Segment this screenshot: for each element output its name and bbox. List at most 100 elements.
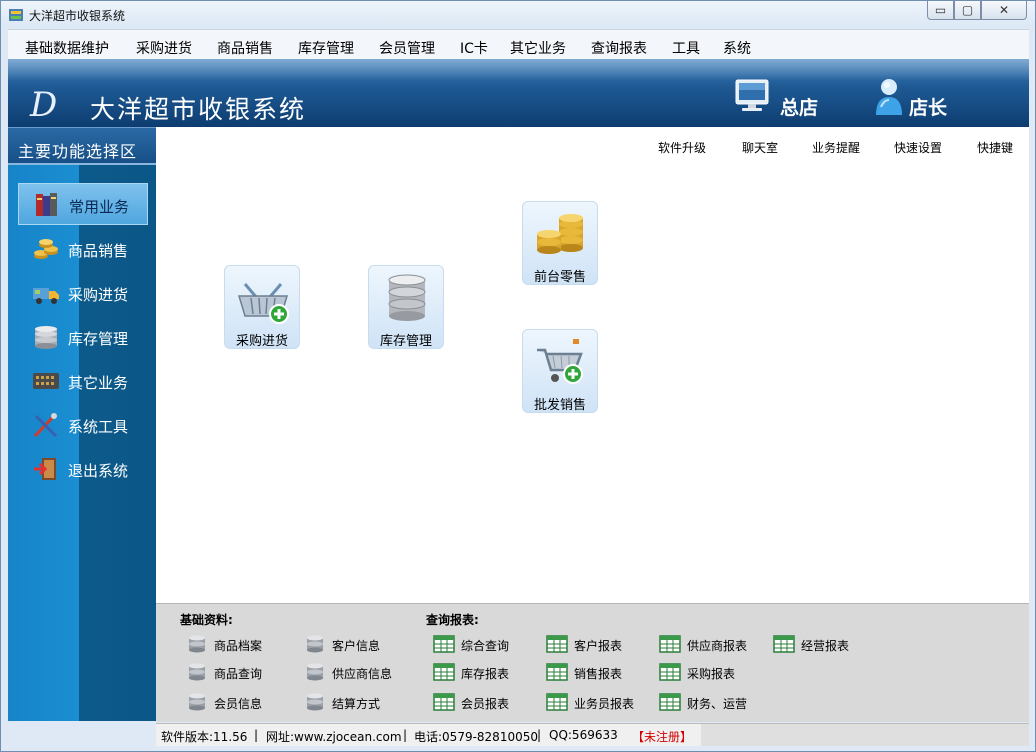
- tile-inventory[interactable]: 库存管理: [368, 265, 444, 349]
- sidebar-item-label: 采购进货: [68, 286, 129, 304]
- sidebar: 主要功能选择区 常用业务 商品销售 采购进货 库存管理 其它业务 系统工具 退出…: [8, 127, 156, 721]
- sidebar-title-text: 主要功能选择区: [18, 142, 138, 161]
- database-icon: [189, 635, 205, 653]
- sidebar-item-sales[interactable]: 商品销售: [18, 228, 148, 270]
- quick-label: 会员信息: [214, 697, 263, 711]
- link-software-upgrade[interactable]: 软件升级: [658, 139, 706, 156]
- app-window: 大洋超市收银系统 ▭ ▢ ✕ 基础数据维护 采购进货 商品销售 库存管理 会员管…: [0, 0, 1036, 752]
- calculator-icon: [33, 373, 59, 389]
- quick-label: 经营报表: [801, 639, 850, 653]
- link-shortcuts[interactable]: 快捷键: [977, 139, 1013, 156]
- quick-label: 商品查询: [214, 667, 263, 681]
- quick-label: 商品档案: [214, 639, 263, 653]
- quick-label: 采购报表: [687, 667, 736, 681]
- database-icon: [307, 663, 323, 681]
- menu-tools[interactable]: 工具: [672, 38, 700, 58]
- sidebar-item-inventory[interactable]: 库存管理: [18, 316, 148, 358]
- header-banner: D 大洋超市收银系统 总店 店长: [8, 59, 1029, 127]
- quick-access-panel: 基础资料: 查询报表: 商品档案 客户信息 商品查询 供应商信息 会员信息 结算…: [156, 603, 1029, 722]
- minimize-button[interactable]: ▭: [927, 1, 954, 20]
- user-icon: [876, 79, 902, 115]
- sidebar-item-label: 库存管理: [68, 330, 129, 348]
- link-quick-settings[interactable]: 快速设置: [894, 139, 942, 156]
- link-chat-room[interactable]: 聊天室: [742, 139, 778, 156]
- tile-retail[interactable]: 前台零售: [522, 201, 598, 285]
- sidebar-item-tools[interactable]: 系统工具: [18, 404, 148, 446]
- close-icon: ✕: [998, 3, 1010, 17]
- sidebar-item-exit[interactable]: 退出系统: [18, 448, 148, 490]
- minimize-icon: ▭: [934, 3, 947, 17]
- report-table-icon: [546, 693, 568, 711]
- menu-sales[interactable]: 商品销售: [217, 38, 273, 58]
- quick-label: 库存报表: [461, 667, 510, 681]
- report-table-icon: [659, 663, 681, 681]
- sidebar-item-other[interactable]: 其它业务: [18, 360, 148, 402]
- report-table-icon: [659, 693, 681, 711]
- sidebar-title: 主要功能选择区: [8, 127, 156, 165]
- maximize-icon: ▢: [961, 3, 974, 17]
- user-role: 店长: [909, 97, 948, 119]
- quick-label: 财务、运营: [687, 697, 748, 711]
- menu-other[interactable]: 其它业务: [510, 38, 566, 58]
- tile-purchase[interactable]: 采购进货: [224, 265, 300, 349]
- status-bar-filler: [701, 724, 1029, 746]
- main-panel: 软件升级 聊天室 业务提醒 快速设置 快捷键 采购进货 库存管理 前台零售 批发…: [156, 127, 1029, 603]
- status-version: 软件版本:11.56: [161, 730, 248, 744]
- app-icon: [9, 9, 23, 21]
- menu-inventory[interactable]: 库存管理: [298, 38, 354, 58]
- quick-label: 会员报表: [461, 697, 510, 711]
- status-bar: 软件版本:11.56 | 网址:www.zjocean.com | 电话:057…: [156, 723, 1029, 746]
- database-icon: [35, 326, 57, 349]
- close-button[interactable]: ✕: [981, 1, 1027, 20]
- app-name: 大洋超市收银系统: [90, 95, 307, 124]
- status-website[interactable]: 网址:www.zjocean.com: [266, 728, 402, 745]
- books-icon: [36, 193, 57, 216]
- menu-purchase[interactable]: 采购进货: [136, 38, 192, 58]
- report-table-icon: [773, 635, 795, 653]
- title-bar[interactable]: 大洋超市收银系统 ▭ ▢ ✕: [1, 1, 1035, 27]
- sidebar-item-common[interactable]: 常用业务: [18, 183, 148, 225]
- cart-add-icon: [537, 339, 583, 384]
- maximize-button[interactable]: ▢: [954, 1, 981, 20]
- coins-icon: [34, 239, 58, 259]
- tile-wholesale[interactable]: 批发销售: [522, 329, 598, 413]
- tile-label: 库存管理: [379, 334, 432, 349]
- quick-label: 供应商信息: [332, 667, 393, 681]
- status-phone: 电话:0579-82810050: [414, 730, 538, 744]
- quick-label: 客户信息: [332, 639, 381, 653]
- menu-reports[interactable]: 查询报表: [591, 38, 647, 58]
- quick-label: 客户报表: [574, 639, 623, 653]
- menu-ic-card[interactable]: IC卡: [460, 38, 488, 58]
- report-table-icon: [433, 693, 455, 711]
- status-separator: |: [537, 728, 542, 742]
- database-icon: [307, 635, 323, 653]
- tools-icon: [33, 413, 58, 438]
- link-business-reminder[interactable]: 业务提醒: [812, 139, 860, 156]
- sidebar-item-label: 商品销售: [68, 242, 129, 260]
- sidebar-item-label: 系统工具: [68, 418, 129, 436]
- monitor-icon: [735, 79, 769, 111]
- menu-basic-data[interactable]: 基础数据维护: [25, 38, 109, 58]
- quick-label: 供应商报表: [687, 639, 748, 653]
- reports-title: 查询报表:: [426, 613, 479, 627]
- basket-add-icon: [237, 283, 289, 324]
- menu-system[interactable]: 系统: [723, 38, 751, 58]
- report-table-icon: [433, 635, 455, 653]
- tile-label: 批发销售: [533, 398, 586, 413]
- sidebar-item-label: 退出系统: [68, 462, 129, 480]
- status-separator: |: [254, 728, 259, 742]
- report-table-icon: [546, 635, 568, 653]
- truck-icon: [33, 288, 59, 304]
- quick-label: 销售报表: [574, 667, 623, 681]
- store-name: 总店: [780, 97, 819, 119]
- coins-icon: [537, 214, 583, 254]
- tile-label: 前台零售: [533, 270, 586, 285]
- database-icon: [189, 693, 205, 711]
- menu-members[interactable]: 会员管理: [379, 38, 435, 58]
- database-icon: [307, 693, 323, 711]
- sidebar-item-label: 其它业务: [68, 374, 129, 392]
- sidebar-item-label: 常用业务: [69, 198, 130, 216]
- database-icon: [388, 274, 426, 321]
- window-title: 大洋超市收银系统: [29, 9, 126, 23]
- sidebar-item-purchase[interactable]: 采购进货: [18, 272, 148, 314]
